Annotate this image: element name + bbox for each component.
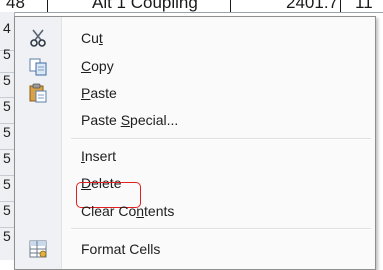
coupling-name-cell[interactable]: Alt 1 Coupling bbox=[92, 0, 242, 12]
menu-item-clear-contents[interactable]: Clear Contents bbox=[15, 197, 375, 225]
context-menu: Cut Copy Paste Paste Special... Insert D… bbox=[14, 16, 376, 270]
row-number-cell: 48 bbox=[6, 0, 25, 12]
row-number[interactable]: 5 bbox=[3, 226, 14, 246]
menu-item-cut[interactable]: Cut bbox=[15, 24, 375, 52]
row-number[interactable]: 5 bbox=[3, 200, 14, 220]
paste-icon bbox=[27, 82, 49, 104]
menu-separator bbox=[71, 228, 371, 230]
menu-item-delete[interactable]: Delete bbox=[15, 169, 375, 197]
value-cell-partial[interactable]: 11 bbox=[355, 0, 383, 12]
menu-item-paste[interactable]: Paste bbox=[15, 79, 375, 107]
scissors-icon bbox=[27, 27, 49, 49]
row-header-column: 4 5 5 5 5 5 5 5 5 bbox=[0, 12, 15, 260]
row-number[interactable]: 5 bbox=[3, 96, 14, 116]
menu-item-label: Insert bbox=[81, 148, 117, 164]
format-cells-icon bbox=[27, 238, 49, 260]
column-divider bbox=[47, 0, 48, 12]
menu-item-insert[interactable]: Insert bbox=[15, 142, 375, 170]
menu-item-label: Cut bbox=[81, 30, 103, 46]
value-cell[interactable]: 2401.7 bbox=[286, 0, 338, 12]
menu-item-label: Copy bbox=[81, 58, 114, 74]
row-number[interactable]: 5 bbox=[3, 70, 14, 90]
menu-item-label: Clear Contents bbox=[81, 203, 175, 219]
menu-item-label: Paste bbox=[81, 85, 117, 101]
menu-item-format-cells[interactable]: Format Cells bbox=[15, 235, 375, 263]
row-number[interactable]: 5 bbox=[3, 44, 14, 64]
row-number[interactable]: 5 bbox=[3, 122, 14, 142]
menu-item-label: Format Cells bbox=[81, 241, 161, 257]
copy-icon bbox=[27, 55, 49, 77]
row-number[interactable]: 4 bbox=[3, 18, 14, 38]
column-divider bbox=[340, 0, 341, 12]
menu-item-copy[interactable]: Copy bbox=[15, 52, 375, 80]
column-divider bbox=[230, 0, 231, 12]
row-number[interactable]: 5 bbox=[3, 148, 14, 168]
row-number[interactable]: 5 bbox=[3, 174, 14, 194]
menu-item-paste-special[interactable]: Paste Special... bbox=[15, 106, 375, 134]
menu-item-label: Paste Special... bbox=[81, 112, 179, 128]
spreadsheet-top-row: 48 Alt 1 Coupling 2401.7 11 bbox=[0, 0, 383, 13]
menu-separator bbox=[71, 138, 371, 140]
